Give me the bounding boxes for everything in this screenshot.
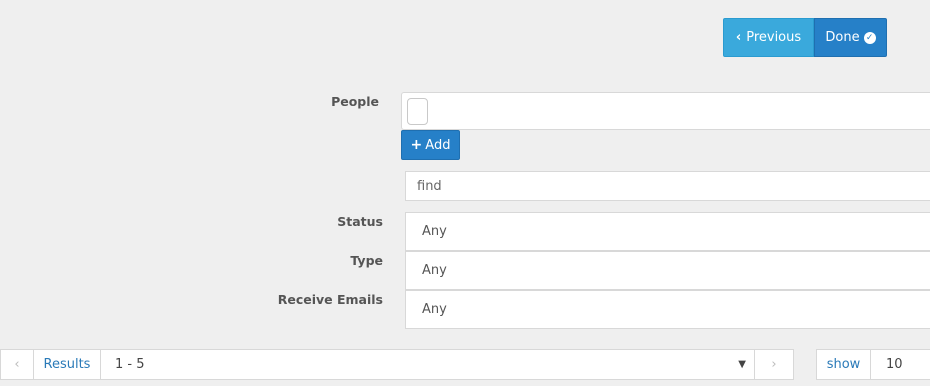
pager-prev-button[interactable]: ‹ — [0, 349, 34, 380]
page-size-value: 10 — [886, 357, 903, 372]
wizard-nav: ‹ Previous Done ✓ — [723, 18, 887, 57]
receive-emails-select-value: Any — [422, 302, 447, 317]
people-label: People — [331, 94, 379, 109]
add-button[interactable]: + Add — [401, 130, 460, 160]
status-select-value: Any — [422, 224, 447, 239]
chevron-left-icon: ‹ — [735, 30, 742, 45]
check-circle-icon: ✓ — [863, 31, 876, 44]
previous-button-label: Previous — [746, 30, 802, 45]
find-input[interactable] — [405, 171, 930, 201]
receive-emails-label: Receive Emails — [277, 292, 383, 307]
type-select-value: Any — [422, 263, 447, 278]
done-button[interactable]: Done ✓ — [814, 18, 887, 57]
plus-icon: + — [410, 137, 423, 153]
results-range-select[interactable]: 1 - 5 ▼ — [100, 349, 755, 380]
show-label: show — [816, 349, 871, 380]
status-select[interactable]: Any — [405, 212, 930, 251]
people-field[interactable] — [401, 92, 930, 130]
chevron-left-icon: ‹ — [14, 357, 20, 372]
previous-button[interactable]: ‹ Previous — [723, 18, 814, 57]
page-size-select[interactable]: 10 — [870, 349, 930, 380]
show-label-text: show — [826, 357, 861, 372]
results-label: Results — [33, 349, 101, 380]
page: ‹ Previous Done ✓ People + Add Status An… — [0, 0, 930, 386]
results-range-value: 1 - 5 — [115, 357, 145, 372]
chevron-right-icon: › — [771, 357, 777, 372]
type-label: Type — [350, 253, 383, 268]
caret-down-icon: ▼ — [738, 359, 746, 370]
receive-emails-select[interactable]: Any — [405, 290, 930, 329]
results-label-text: Results — [43, 357, 91, 372]
pager-next-button[interactable]: › — [754, 349, 794, 380]
type-select[interactable]: Any — [405, 251, 930, 290]
add-button-label: Add — [425, 137, 451, 153]
status-label: Status — [337, 214, 383, 229]
done-button-label: Done — [825, 30, 860, 45]
people-token[interactable] — [407, 98, 428, 125]
